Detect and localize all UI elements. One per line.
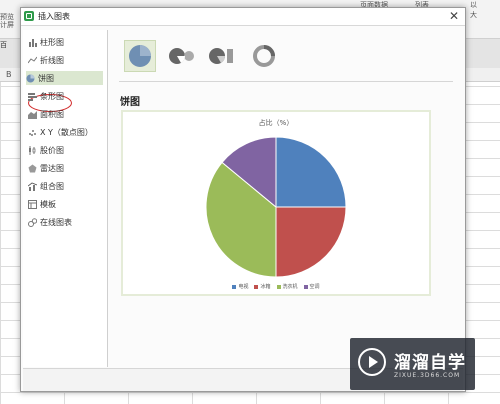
toolbar-left-label[interactable]: 预览 计屏 [0, 13, 18, 29]
sidebar-item-combo[interactable]: 组合图 [27, 179, 102, 193]
play-logo-icon [358, 348, 386, 376]
pie-slice [275, 206, 347, 278]
legend-label: 电视 [238, 284, 249, 290]
column-header-b[interactable]: B [6, 70, 12, 79]
sidebar-item-radar[interactable]: 雷达图 [28, 161, 102, 175]
toolbar-right: 以 大 [470, 0, 500, 38]
template-icon [28, 199, 37, 209]
sidebar-item-label: 雷达图 [40, 163, 64, 173]
doughnut-subtype-button[interactable] [248, 40, 280, 72]
sidebar-item-stock[interactable]: 股价图 [28, 143, 102, 157]
legend-label: 冰箱 [260, 284, 271, 290]
sidebar-item-label: 在线图表 [40, 217, 72, 227]
sidebar-item-label: 折线图 [40, 55, 64, 65]
legend-swatch [303, 284, 308, 289]
pie-subtype-icon [129, 45, 151, 67]
bar-chart-icon [28, 92, 37, 101]
sidebar-item-template[interactable]: 模板 [28, 197, 102, 211]
stock-chart-icon [28, 145, 37, 155]
dialog-titlebar[interactable]: 插入图表 ✕ [21, 8, 465, 26]
doughnut-subtype-icon [253, 45, 275, 67]
sidebar-item-scatter[interactable]: X Y（散点图） [28, 125, 102, 139]
section-title: 饼图 [120, 97, 140, 108]
online-chart-icon [28, 217, 38, 227]
sidebar-item-area[interactable]: 面积图 [28, 107, 102, 121]
radar-chart-icon [28, 164, 37, 173]
legend-label: 洗衣机 [282, 284, 298, 290]
legend-swatch [232, 284, 237, 289]
pie-chart-icon [26, 74, 35, 83]
legend-label: 空调 [309, 284, 320, 290]
column-chart-icon [28, 38, 37, 47]
sidebar-item-label: 条形图 [40, 91, 64, 101]
watermark-url: ZIXUE.3D66.COM [394, 372, 461, 379]
legend-swatch [276, 284, 281, 289]
watermark-text: 溜溜自学 [394, 353, 466, 373]
legend-entry: 洗衣机 [276, 283, 298, 290]
sidebar-item-label: 组合图 [40, 181, 64, 191]
spreadsheet-app-icon [24, 11, 34, 21]
sidebar-item-label: 面积图 [40, 109, 64, 119]
sheet-tab-label[interactable]: 百 [0, 40, 20, 52]
chart-preview-panel: 饼图 占比（%） 电视 冰箱 洗衣机 空调 [111, 30, 463, 367]
sidebar-item-pie[interactable]: 饼图 [26, 71, 103, 85]
legend-entry: 冰箱 [254, 283, 271, 290]
sidebar-item-line[interactable]: 折线图 [27, 53, 102, 67]
close-icon[interactable]: ✕ [449, 9, 459, 23]
sidebar-item-label: 柱形图 [40, 37, 64, 47]
toolbar-right-label-2[interactable]: 大 [470, 10, 500, 20]
sidebar-item-label: 饼图 [38, 73, 54, 83]
toolbar-right-label[interactable]: 以 [470, 0, 500, 10]
divider [119, 81, 453, 82]
exploded-pie-subtype-button[interactable] [166, 40, 198, 72]
sidebar-item-column[interactable]: 柱形图 [28, 35, 102, 49]
insert-chart-dialog: 插入图表 ✕ 柱形图 折线图 饼图 条形图 面积图 X Y（散点图） 股价图 雷… [20, 7, 466, 392]
chart-preview[interactable]: 占比（%） 电视 冰箱 洗衣机 空调 [121, 110, 431, 296]
legend-entry: 电视 [232, 283, 248, 290]
scatter-chart-icon [28, 128, 37, 137]
pie-chart [205, 136, 347, 278]
sidebar-item-online[interactable]: 在线图表 [28, 215, 102, 229]
pie-slice [275, 136, 347, 208]
legend-swatch [254, 284, 259, 289]
watermark: 溜溜自学 ZIXUE.3D66.COM [350, 338, 475, 390]
area-chart-icon [28, 110, 37, 119]
sidebar-item-label: X Y（散点图） [40, 127, 93, 137]
legend-entry: 空调 [303, 283, 320, 290]
line-chart-icon [27, 56, 38, 65]
combo-chart-icon [27, 181, 38, 191]
bar-of-pie-subtype-icon [209, 48, 233, 64]
chart-type-sidebar: 柱形图 折线图 饼图 条形图 面积图 X Y（散点图） 股价图 雷达图 组合图 … [23, 30, 108, 367]
sidebar-item-label: 股价图 [40, 145, 64, 155]
exploded-pie-subtype-icon [169, 48, 194, 64]
pie-subtype-button[interactable] [124, 40, 156, 72]
dialog-title: 插入图表 [38, 12, 70, 21]
bar-of-pie-subtype-button[interactable] [206, 40, 238, 72]
chart-legend: 电视 冰箱 洗衣机 空调 [123, 283, 429, 290]
sidebar-item-bar[interactable]: 条形图 [28, 89, 102, 103]
sidebar-item-label: 模板 [40, 199, 56, 209]
